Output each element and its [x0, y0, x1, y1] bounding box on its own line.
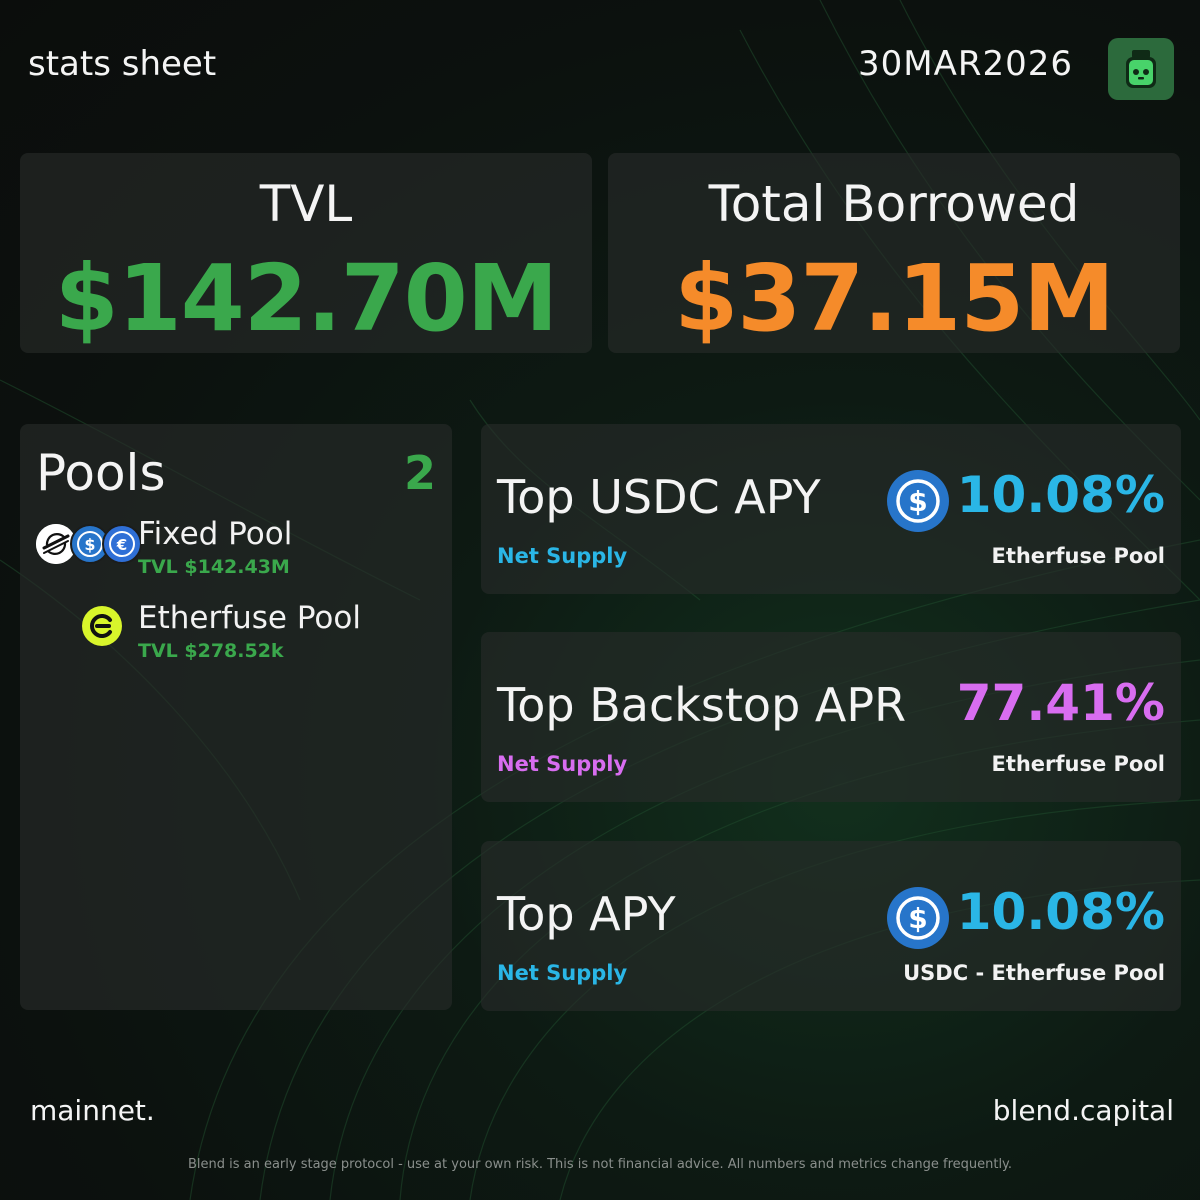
total-borrowed-label: Total Borrowed: [708, 175, 1080, 233]
pools-count: 2: [403, 446, 436, 500]
metric-subtitle: Net Supply: [497, 544, 628, 568]
pool-item-fixed[interactable]: $ € Fixed Pool TVL $142.43M: [20, 516, 452, 586]
header-date: 30MAR2026: [858, 44, 1074, 84]
tvl-value: $142.70M: [54, 245, 559, 352]
metric-card-top-backstop-apr: Top Backstop APR Net Supply 77.41% Ether…: [481, 632, 1181, 802]
metric-pool: Etherfuse Pool: [991, 752, 1165, 776]
metric-value: 77.41%: [956, 674, 1165, 732]
pools-card: Pools 2 $ € Fixed Pool TVL $142.43M Ethe…: [20, 424, 452, 1010]
total-borrowed-value: $37.15M: [674, 245, 1115, 352]
jar-mascot-icon: [1108, 38, 1174, 100]
metric-subtitle: Net Supply: [497, 752, 628, 776]
pool-tvl: TVL $142.43M: [138, 556, 290, 578]
svg-text:$: $: [84, 535, 95, 554]
metric-pool: Etherfuse Pool: [991, 544, 1165, 568]
metric-title: Top APY: [497, 887, 676, 941]
pool-item-etherfuse[interactable]: Etherfuse Pool TVL $278.52k: [20, 600, 452, 670]
svg-text:$: $: [908, 902, 927, 935]
tvl-card: TVL $142.70M: [20, 153, 592, 353]
metric-pool: USDC - Etherfuse Pool: [903, 961, 1165, 985]
metric-card-top-usdc-apy: Top USDC APY Net Supply $ 10.08% Etherfu…: [481, 424, 1181, 594]
pool-tvl: TVL $278.52k: [138, 640, 284, 662]
header-title: stats sheet: [28, 44, 217, 84]
tvl-label: TVL: [259, 175, 353, 233]
svg-text:€: €: [116, 536, 127, 554]
metric-value: 10.08%: [956, 883, 1165, 941]
pool-name: Fixed Pool: [138, 516, 293, 552]
site-link[interactable]: blend.capital: [993, 1094, 1174, 1127]
metric-subtitle: Net Supply: [497, 961, 628, 985]
metric-title: Top USDC APY: [497, 470, 821, 524]
disclaimer: Blend is an early stage protocol - use a…: [187, 1157, 1013, 1172]
metric-value: 10.08%: [956, 466, 1165, 524]
etherfuse-icon: [82, 606, 122, 646]
svg-text:$: $: [908, 485, 927, 518]
total-borrowed-card: Total Borrowed $37.15M: [608, 153, 1180, 353]
metric-title: Top Backstop APR: [497, 678, 907, 732]
network-label: mainnet.: [30, 1094, 155, 1127]
euroc-icon: €: [102, 524, 142, 564]
metric-card-top-apy: Top APY Net Supply $ 10.08% USDC - Ether…: [481, 841, 1181, 1011]
pools-title: Pools: [36, 444, 166, 502]
usdc-icon: $: [887, 470, 949, 532]
usdc-icon: $: [887, 887, 949, 949]
pool-name: Etherfuse Pool: [138, 600, 361, 636]
